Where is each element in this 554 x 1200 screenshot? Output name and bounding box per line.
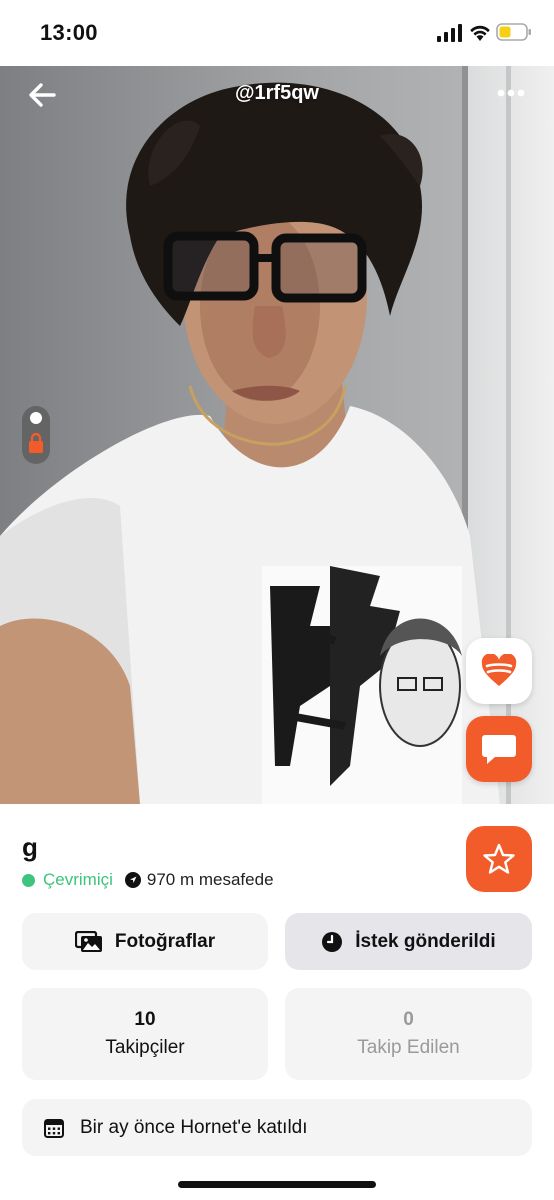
lock-icon xyxy=(29,432,43,453)
chat-bubble-icon xyxy=(482,735,516,764)
calendar-icon xyxy=(44,1118,64,1138)
private-photo-toggle[interactable] xyxy=(22,406,50,464)
home-indicator xyxy=(178,1181,376,1188)
followers-stat[interactable]: 10 Takipçiler xyxy=(22,988,268,1080)
wifi-icon xyxy=(470,25,490,41)
username-title: @1rf5qw xyxy=(235,82,319,104)
profile-name: g xyxy=(22,832,38,862)
status-bar: 13:00 xyxy=(0,0,554,66)
followers-label: Takipçiler xyxy=(105,1037,185,1058)
like-button[interactable] xyxy=(466,638,532,704)
toggle-dot xyxy=(30,412,42,424)
following-count: 0 xyxy=(403,1009,414,1030)
distance: 970 m mesafede xyxy=(146,870,274,889)
joined-text: Bir ay önce Hornet'e katıldı xyxy=(80,1116,308,1138)
profile-photo[interactable]: @1rf5qw xyxy=(0,66,554,804)
followers-count: 10 xyxy=(134,1009,156,1030)
heart-icon xyxy=(481,654,517,686)
status-time: 13:00 xyxy=(40,20,98,45)
photos-button[interactable]: Fotoğraflar xyxy=(22,913,268,970)
more-options-icon[interactable] xyxy=(494,82,530,104)
battery-icon xyxy=(496,23,531,41)
favorite-button[interactable] xyxy=(466,826,532,892)
online-indicator xyxy=(22,873,35,887)
request-label: İstek gönderildi xyxy=(355,930,496,952)
star-icon xyxy=(483,843,515,874)
joined-info: Bir ay önce Hornet'e katıldı xyxy=(22,1099,532,1156)
status-row: Çevrimiçi 970 m mesafede xyxy=(22,870,274,890)
photos-icon xyxy=(74,930,102,952)
chat-button[interactable] xyxy=(466,716,532,782)
clock-icon xyxy=(322,931,343,952)
following-label: Takip Edilen xyxy=(357,1037,460,1058)
photos-label: Fotoğraflar xyxy=(114,930,216,952)
location-arrow-icon xyxy=(124,872,141,888)
following-stat[interactable]: 0 Takip Edilen xyxy=(285,988,532,1080)
cellular-signal-icon xyxy=(437,24,462,42)
online-status: Çevrimiçi xyxy=(43,870,113,889)
request-sent-button[interactable]: İstek gönderildi xyxy=(285,913,532,970)
